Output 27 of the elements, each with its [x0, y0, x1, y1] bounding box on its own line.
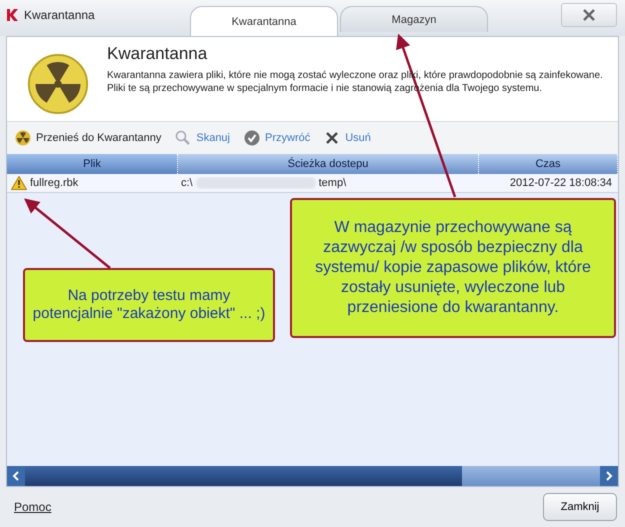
table-cell: 2012-07-22 18:08:34: [510, 177, 612, 189]
radiation-icon: [15, 130, 31, 146]
annotation-callout: Na potrzeby testu mamy potencjalnie "zakażony obiekt" ... ;): [23, 268, 275, 342]
tab[interactable]: Magazyn: [340, 6, 488, 32]
horizontal-scrollbar[interactable]: [7, 466, 618, 486]
toolbar-button[interactable]: Przenieś do Kwarantanny: [15, 130, 162, 146]
check-icon: [244, 130, 260, 146]
close-icon: [583, 9, 595, 21]
tab[interactable]: Kwarantanna: [190, 6, 338, 36]
table-cell: c:\: [181, 177, 193, 189]
search-icon: [175, 130, 192, 146]
help-link[interactable]: Pomoc: [14, 500, 52, 514]
close-dialog-button[interactable]: Zamknij: [543, 493, 617, 521]
radiation-icon: [27, 53, 89, 115]
window-title: Kwarantanna: [24, 8, 95, 22]
toolbar-button[interactable]: Usuń: [324, 130, 371, 146]
table-cell: fullreg.rbk: [30, 177, 78, 189]
warning-icon: [11, 176, 27, 190]
table-cell: temp\: [318, 177, 346, 189]
toolbar-button[interactable]: Skanuj: [175, 130, 230, 146]
toolbar-button[interactable]: Przywróć: [244, 130, 310, 146]
app-logo-icon: [6, 8, 20, 22]
section-title: Kwarantanna: [107, 43, 208, 65]
close-button[interactable]: [561, 3, 617, 27]
delete-icon: [324, 130, 340, 146]
annotation-callout: W magazynie przechowywane są zazwyczaj /w sposób bezpieczny dla systemu/ kopie zapasowe plików, które zostały usunięte, wyleczone lub przeniesione do kwarantanny.: [290, 198, 616, 338]
column-header[interactable]: Plik: [7, 154, 178, 174]
